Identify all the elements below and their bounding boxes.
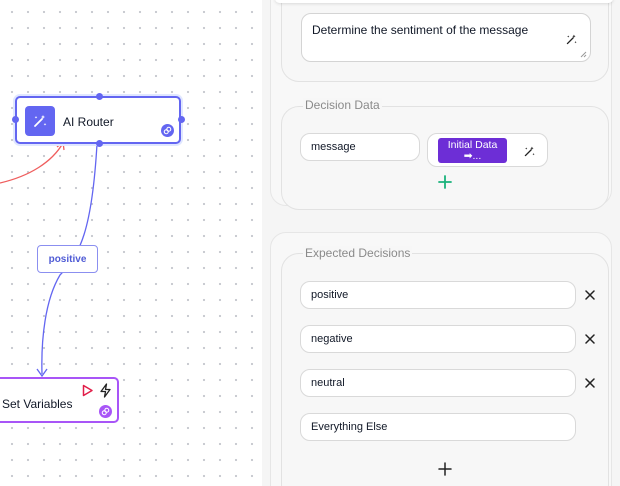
set-variables-node[interactable]: Set Variables: [0, 377, 119, 423]
plus-icon: [438, 175, 452, 189]
ai-router-title: AI Router: [63, 115, 114, 129]
resize-handle-icon[interactable]: [580, 51, 587, 58]
add-decision-button[interactable]: [437, 461, 453, 477]
instructions-textarea[interactable]: Determine the sentiment of the message: [301, 13, 591, 62]
decision-data-label: Decision Data: [303, 98, 382, 112]
link-icon[interactable]: [161, 124, 174, 137]
play-icon[interactable]: [81, 384, 94, 402]
initial-data-chip[interactable]: Initial Data ➡...: [438, 138, 507, 163]
left-handle[interactable]: [12, 116, 19, 123]
bottom-handle[interactable]: [96, 140, 103, 147]
plus-icon: [438, 462, 452, 476]
remove-decision-negative-button[interactable]: [583, 332, 597, 346]
magic-wand-icon[interactable]: [563, 31, 579, 47]
lightning-icon[interactable]: [99, 383, 112, 403]
instructions-text: Determine the sentiment of the message: [312, 23, 529, 37]
link-icon[interactable]: [99, 405, 112, 418]
ai-router-node[interactable]: AI Router: [12, 93, 185, 147]
remove-decision-neutral-button[interactable]: [583, 376, 597, 390]
workflow-canvas[interactable]: AI Router positive Set Variables: [0, 0, 262, 486]
decision-input-neutral[interactable]: neutral: [300, 369, 576, 397]
top-handle[interactable]: [96, 93, 103, 100]
magic-wand-icon: [25, 106, 55, 136]
add-decision-data-button[interactable]: [437, 174, 453, 190]
decision-input-everything-else[interactable]: Everything Else: [300, 413, 576, 441]
set-variables-title: Set Variables: [2, 397, 73, 411]
close-icon: [585, 334, 595, 344]
close-icon: [585, 290, 595, 300]
edge-label-positive[interactable]: positive: [37, 245, 98, 273]
decision-data-key-input[interactable]: message: [300, 133, 420, 161]
close-icon: [585, 378, 595, 388]
decision-input-negative[interactable]: negative: [300, 325, 576, 353]
right-handle[interactable]: [178, 116, 185, 123]
edge-incoming[interactable]: [0, 142, 64, 184]
expected-decisions-label: Expected Decisions: [303, 246, 413, 260]
tooltip-edge: [275, 0, 613, 3]
magic-wand-icon[interactable]: [521, 143, 537, 159]
remove-decision-positive-button[interactable]: [583, 288, 597, 302]
decision-input-positive[interactable]: positive: [300, 281, 576, 309]
